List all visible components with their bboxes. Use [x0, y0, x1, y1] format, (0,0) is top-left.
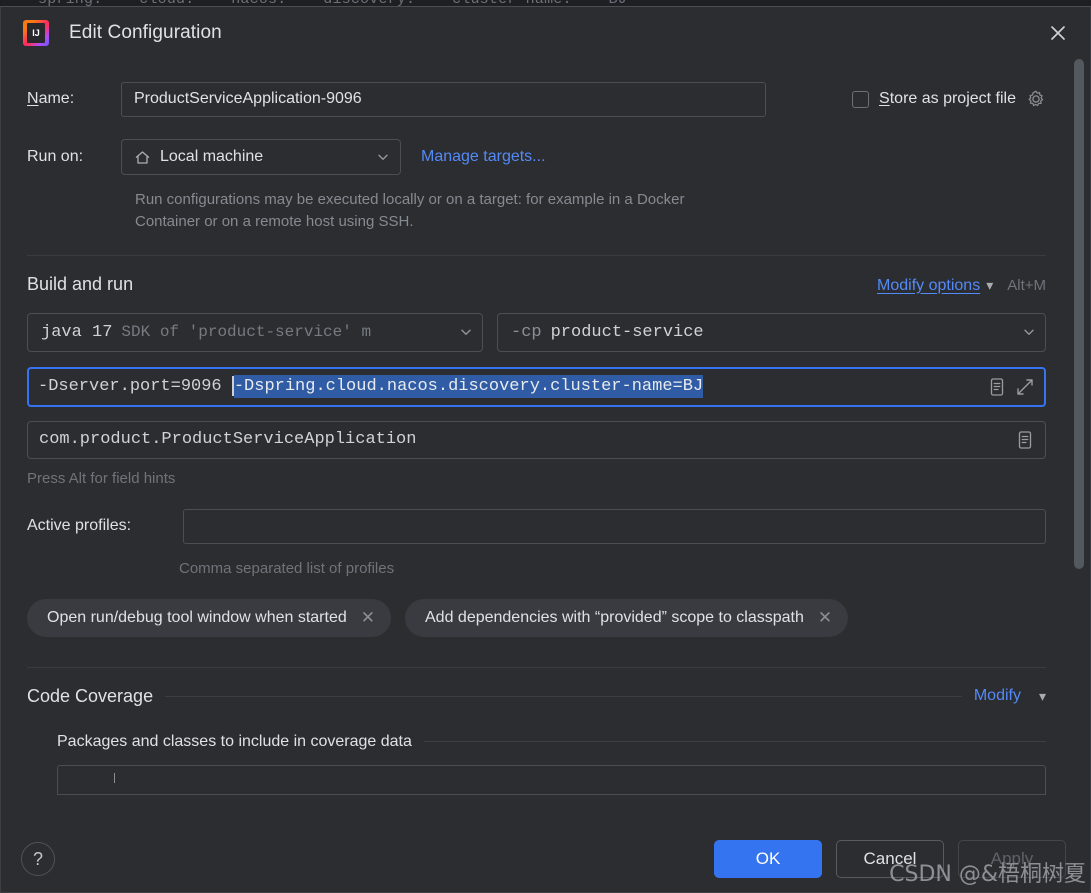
run-on-row: Run on: Local machine Manage targets... — [27, 139, 1046, 175]
code-coverage-header: Code Coverage Modify ▾ — [27, 686, 1046, 707]
option-chip-open-tool-window[interactable]: Open run/debug tool window when started … — [27, 598, 391, 637]
vm-options-text-before-caret: -Dserver.port=9096 — [38, 377, 232, 396]
expand-diagonal-icon[interactable] — [1014, 376, 1036, 398]
chevron-down-icon — [1024, 329, 1034, 335]
run-on-description: Run configurations may be executed local… — [135, 191, 685, 230]
code-coverage-separator — [27, 666, 1046, 668]
jdk-combobox[interactable]: java 17 SDK of 'product-service' m — [27, 312, 483, 352]
home-icon — [135, 150, 150, 164]
dialog-title: Edit Configuration — [69, 22, 222, 43]
option-chip-label: Open run/debug tool window when started — [47, 608, 347, 626]
apply-button: Apply — [958, 840, 1066, 878]
coverage-packages-title: Packages and classes to include in cover… — [57, 732, 412, 750]
run-on-label: Run on: — [27, 148, 84, 165]
manage-targets-link[interactable]: Manage targets... — [421, 148, 546, 166]
dialog-titlebar: Edit Configuration — [1, 7, 1090, 59]
store-as-project-file-checkbox[interactable] — [852, 90, 870, 108]
dialog-scroll-area: Name: Store as project file Run on: — [1, 59, 1090, 826]
field-hints-text: Press Alt for field hints — [27, 469, 176, 487]
coverage-table-cursor — [114, 772, 115, 783]
modify-options-link[interactable]: Modify options — [877, 277, 980, 295]
option-chip-provided-scope[interactable]: Add dependencies with “provided” scope t… — [405, 598, 849, 637]
dialog-footer: ? OK Cancel Apply CSDN @&梧桐树夏 — [1, 826, 1090, 892]
active-profiles-label: Active profiles: — [27, 517, 132, 534]
name-input[interactable] — [121, 81, 766, 117]
modify-options-shortcut: Alt+M — [1007, 276, 1046, 294]
main-class-field[interactable]: com.product.ProductServiceApplication — [27, 420, 1046, 459]
name-label-rest: ame: — [38, 90, 75, 107]
footer-buttons: OK Cancel Apply — [714, 840, 1066, 878]
chevron-down-icon — [461, 329, 471, 335]
jdk-secondary-text: SDK of 'product-service' m — [121, 323, 372, 341]
intellij-idea-logo-icon — [23, 20, 49, 46]
name-label-mnemonic: N — [27, 90, 39, 107]
cancel-button[interactable]: Cancel — [836, 840, 944, 878]
scrollbar-thumb[interactable] — [1074, 59, 1084, 569]
active-profiles-row: Active profiles: — [27, 508, 1046, 544]
vm-options-selected-text: -Dspring.cloud.nacos.discovery.cluster-n… — [233, 375, 704, 398]
classpath-value: product-service — [550, 322, 704, 342]
option-chip-label: Add dependencies with “provided” scope t… — [425, 608, 804, 626]
active-profiles-input[interactable] — [183, 508, 1046, 544]
coverage-packages-rule — [423, 741, 1046, 742]
code-coverage-chevron-down-icon[interactable]: ▾ — [1039, 688, 1046, 705]
store-label-mnemonic: S — [879, 90, 890, 107]
build-and-run-combos-row: java 17 SDK of 'product-service' m -cp p… — [27, 312, 1046, 352]
close-small-icon[interactable]: ✕ — [818, 609, 832, 626]
edit-configuration-dialog: Edit Configuration Name: Store as projec… — [0, 6, 1091, 893]
document-editor-icon[interactable] — [986, 376, 1008, 398]
build-and-run-title: Build and run — [27, 273, 134, 294]
classpath-flag: -cp — [511, 322, 542, 342]
store-as-project-file-label[interactable]: Store as project file — [879, 90, 1016, 108]
name-label: Name: — [27, 90, 121, 108]
option-chips-row: Open run/debug tool window when started … — [27, 598, 1046, 637]
vm-options-field[interactable]: -Dserver.port=9096 -Dspring.cloud.nacos.… — [27, 366, 1046, 407]
document-editor-icon[interactable] — [1014, 429, 1036, 451]
run-on-combobox[interactable]: Local machine — [121, 139, 401, 175]
close-small-icon[interactable]: ✕ — [361, 609, 375, 626]
chevron-down-icon — [378, 154, 388, 160]
code-coverage-header-rule — [165, 695, 962, 697]
coverage-packages-header: Packages and classes to include in cover… — [27, 733, 1046, 751]
modify-options-chevron-down-icon[interactable]: ▾ — [986, 277, 993, 294]
classpath-combobox[interactable]: -cp product-service — [497, 312, 1046, 352]
code-coverage-title: Code Coverage — [27, 685, 154, 706]
jdk-value: java 17 — [41, 322, 113, 342]
run-on-value: Local machine — [160, 148, 264, 165]
question-mark-icon[interactable]: ? — [21, 842, 55, 876]
code-coverage-modify-link[interactable]: Modify — [974, 687, 1021, 705]
active-profiles-hint: Comma separated list of profiles — [179, 559, 395, 577]
store-as-project-file-group: Store as project file — [852, 89, 1046, 109]
gear-icon[interactable] — [1026, 89, 1046, 109]
store-label-rest: tore as project file — [889, 90, 1016, 107]
name-row: Name: Store as project file — [27, 81, 1046, 117]
close-icon[interactable] — [1040, 15, 1076, 51]
main-class-value: com.product.ProductServiceApplication — [39, 430, 417, 449]
build-and-run-header: Build and run Modify options ▾ Alt+M — [27, 274, 1046, 295]
build-and-run-separator — [27, 254, 1046, 256]
ok-button[interactable]: OK — [714, 840, 822, 878]
dialog-content: Name: Store as project file Run on: — [1, 81, 1090, 795]
coverage-packages-table[interactable] — [57, 764, 1046, 795]
